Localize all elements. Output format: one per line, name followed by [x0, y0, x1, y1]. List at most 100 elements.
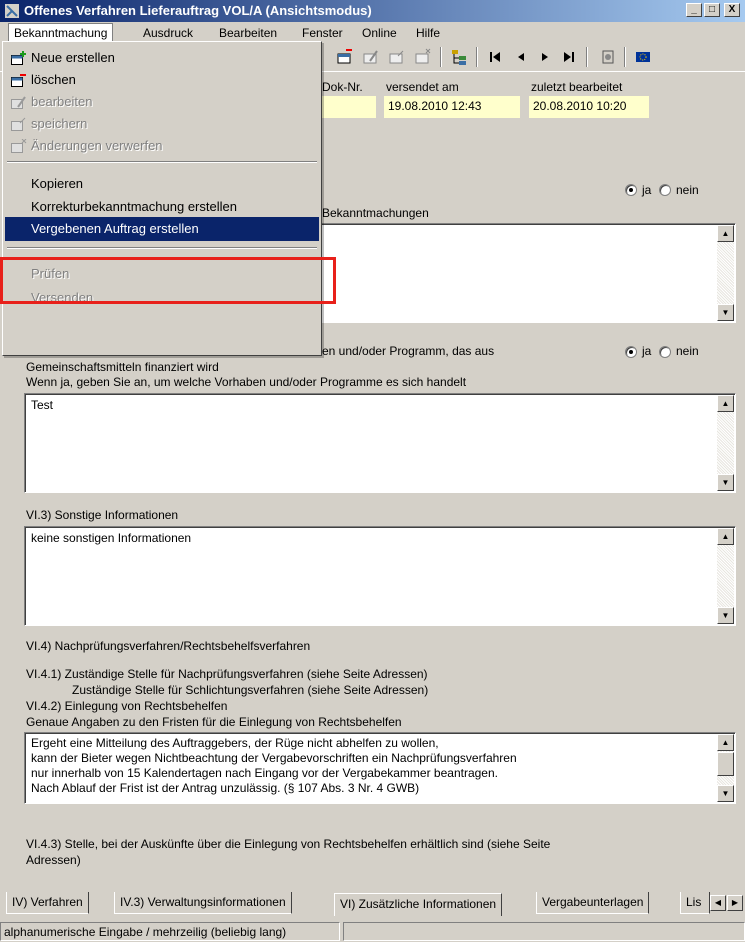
menu-separator [7, 247, 317, 249]
menu-bar: Bekanntmachung Ausdruck Bearbeiten Fenst… [0, 22, 745, 42]
menu-item-aenderungen-verwerfen[interactable]: Änderungen verwerfen [5, 135, 319, 157]
status-text: alphanumerische Eingabe / mehrzeilig (be… [0, 922, 340, 941]
menu-bearbeiten[interactable]: Bearbeiten [214, 24, 282, 42]
toolbar-delete-icon[interactable] [336, 48, 354, 66]
section2-question: Wenn ja, geben Sie an, um welche Vorhabe… [26, 375, 467, 389]
versendet-label: versendet am [386, 80, 459, 94]
menu-separator [7, 161, 317, 163]
menu-hilfe[interactable]: Hilfe [411, 24, 445, 42]
toolbar-edit-icon[interactable] [362, 48, 380, 66]
section4-line5b: Adressen) [26, 853, 81, 867]
versendet-field[interactable]: 19.08.2010 12:43 [384, 96, 520, 118]
scroll-down-icon[interactable]: ▼ [717, 304, 734, 321]
scroll-up-icon[interactable]: ▲ [717, 734, 734, 751]
section2-radio-yes[interactable] [625, 346, 637, 358]
delete-document-icon [11, 74, 26, 87]
app-icon [5, 4, 19, 18]
minimize-button[interactable]: _ [686, 3, 702, 17]
toolbar-separator [586, 47, 588, 67]
tab-vergabeunterlagen[interactable]: Vergabeunterlagen [536, 892, 650, 914]
tab-lis[interactable]: Lis [680, 892, 710, 914]
tab-verfahren[interactable]: IV) Verfahren [6, 892, 89, 914]
section4-textarea[interactable]: Ergeht eine Mitteilung des Auftraggebers… [24, 732, 736, 804]
section1-scrollbar[interactable]: ▲ ▼ [717, 225, 734, 321]
section2-scrollbar[interactable]: ▲ ▼ [717, 395, 734, 491]
section3-scrollbar[interactable]: ▲ ▼ [717, 528, 734, 624]
discard-changes-icon [11, 139, 27, 153]
bearbeitet-label: zuletzt bearbeitet [531, 80, 623, 94]
scroll-up-icon[interactable]: ▲ [717, 528, 734, 545]
scroll-down-icon[interactable]: ▼ [717, 474, 734, 491]
menu-ausdruck[interactable]: Ausdruck [138, 24, 198, 42]
scroll-down-icon[interactable]: ▼ [717, 785, 734, 802]
new-document-icon [11, 51, 26, 65]
section3-textarea[interactable]: keine sonstigen Informationen ▲ ▼ [24, 526, 736, 626]
toolbar-separator [440, 47, 442, 67]
bearbeitet-field[interactable]: 20.08.2010 10:20 [529, 96, 649, 118]
bekanntmachung-dropdown: Neue erstellen löschen bearbeiten speich… [2, 41, 322, 356]
section3-label: VI.3) Sonstige Informationen [26, 508, 179, 522]
first-record-icon[interactable] [486, 48, 504, 66]
section4-heading: VI.4) Nachprüfungsverfahren/Rechtsbehelf… [26, 639, 311, 653]
scroll-up-icon[interactable]: ▲ [717, 225, 734, 242]
toolbar-tree-icon[interactable] [450, 48, 468, 66]
menu-item-korrekturbekanntmachung[interactable]: Korrekturbekanntmachung erstellen [5, 196, 319, 215]
window-title: Offenes Verfahren Lieferauftrag VOL/A (A… [24, 3, 372, 18]
status-panel-empty [343, 922, 745, 941]
section2-textarea[interactable]: Test ▲ ▼ [24, 393, 736, 493]
scroll-thumb[interactable] [717, 752, 734, 776]
section4-scrollbar[interactable]: ▲ ▼ [717, 734, 734, 802]
maximize-button[interactable]: □ [704, 3, 720, 17]
section2-radio-yes-label: ja [642, 344, 652, 358]
section2-radio-no[interactable] [659, 346, 671, 358]
last-record-icon[interactable] [560, 48, 578, 66]
menu-item-bearbeiten[interactable]: bearbeiten [5, 91, 319, 113]
tab-verwaltungsinformationen[interactable]: IV.3) Verwaltungsinformationen [114, 892, 292, 914]
section4-text: Ergeht eine Mitteilung des Auftraggebers… [31, 736, 517, 795]
status-bar: alphanumerische Eingabe / mehrzeilig (be… [0, 920, 745, 942]
tab-scroll-right-icon[interactable]: ▶ [727, 895, 743, 911]
section4-line1: VI.4.1) Zuständige Stelle für Nachprüfun… [26, 667, 428, 681]
section2-text: Test [31, 398, 54, 412]
title-bar[interactable]: Offenes Verfahren Lieferauftrag VOL/A (A… [0, 0, 745, 22]
section2-label-line2: Gemeinschaftsmitteln finanziert wird [26, 360, 219, 374]
menu-item-neue-erstellen[interactable]: Neue erstellen [5, 47, 319, 69]
section4-line2: Zuständige Stelle für Schlichtungsverfah… [72, 683, 429, 697]
scroll-up-icon[interactable]: ▲ [717, 395, 734, 412]
section1-radio-no[interactable] [659, 184, 671, 196]
tab-scroll-left-icon[interactable]: ◀ [710, 895, 726, 911]
next-record-icon[interactable] [536, 48, 554, 66]
menu-item-vergebenen-auftrag-erstellen[interactable]: Vergebenen Auftrag erstellen [5, 217, 319, 241]
app-window: Offenes Verfahren Lieferauftrag VOL/A (A… [0, 0, 745, 942]
section3-text: keine sonstigen Informationen [31, 531, 192, 545]
section1-label: Bekanntmachungen [322, 206, 429, 220]
section2-radio-no-label: nein [676, 344, 699, 358]
section4-line4: Genaue Angaben zu den Fristen für die Ei… [26, 715, 402, 729]
section4-line3: VI.4.2) Einlegung von Rechtsbehelfen [26, 699, 228, 713]
menu-item-kopieren[interactable]: Kopieren [5, 173, 319, 195]
menu-item-loeschen[interactable]: löschen [5, 69, 319, 91]
edit-document-icon [11, 96, 26, 109]
eu-flag-icon[interactable] [634, 48, 652, 66]
menu-fenster[interactable]: Fenster [297, 24, 348, 42]
dok-nr-label: Dok-Nr. [322, 80, 363, 94]
section1-radio-yes[interactable] [625, 184, 637, 196]
section4-line5a: VI.4.3) Stelle, bei der Auskünfte über d… [26, 837, 551, 851]
section1-radio-yes-label: ja [642, 183, 652, 197]
section1-radio-no-label: nein [676, 183, 699, 197]
toolbar-tools-icon[interactable] [600, 48, 618, 66]
toolbar-separator [624, 47, 626, 67]
dok-nr-field[interactable] [320, 96, 376, 118]
highlight-annotation [0, 257, 336, 304]
menu-item-speichern[interactable]: speichern [5, 113, 319, 135]
toolbar-save-icon[interactable] [388, 48, 406, 66]
save-document-icon [11, 117, 26, 131]
menu-bekanntmachung[interactable]: Bekanntmachung [8, 23, 114, 41]
close-button[interactable]: X [724, 3, 740, 17]
toolbar-discard-icon[interactable] [414, 48, 432, 66]
toolbar-separator [476, 47, 478, 67]
scroll-down-icon[interactable]: ▼ [717, 607, 734, 624]
previous-record-icon[interactable] [512, 48, 530, 66]
tab-zusaetzliche-informationen[interactable]: VI) Zusätzliche Informationen [334, 893, 503, 916]
menu-online[interactable]: Online [357, 24, 402, 42]
